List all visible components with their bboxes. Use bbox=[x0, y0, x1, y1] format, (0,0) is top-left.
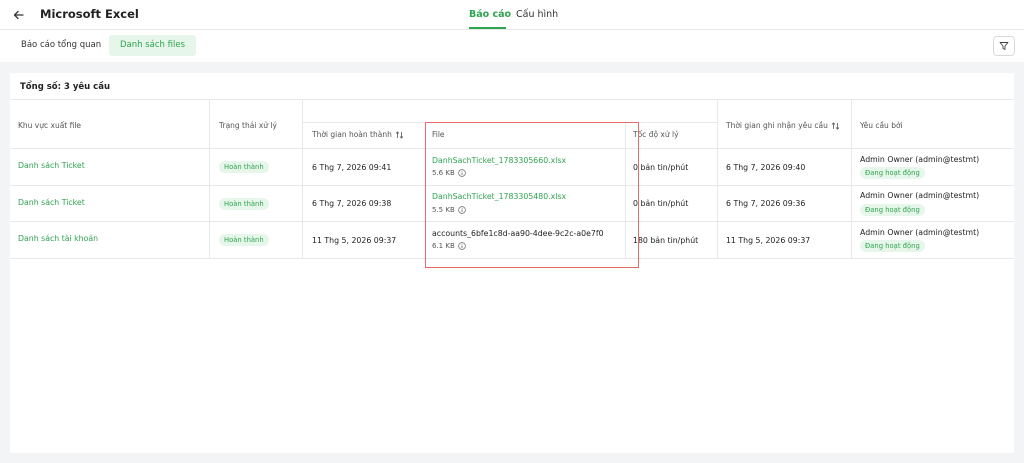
tab-reports[interactable]: Báo cáo bbox=[469, 9, 511, 20]
row-divider bbox=[10, 185, 1014, 186]
column-header-label: Thời gian hoàn thành bbox=[312, 130, 392, 139]
processing-speed: 180 bản tin/phút bbox=[633, 236, 699, 245]
column-header-file: File bbox=[432, 130, 445, 139]
completed-at: 6 Thg 7, 2026 09:41 bbox=[312, 163, 392, 172]
sort-icon[interactable] bbox=[395, 131, 404, 139]
file-size-value: 6.1 KB bbox=[432, 242, 455, 250]
requester-status-badge: Đang hoạt động bbox=[860, 204, 925, 216]
column-divider bbox=[851, 100, 852, 259]
completed-at: 6 Thg 7, 2026 09:38 bbox=[312, 199, 392, 208]
top-bar: Microsoft Excel Báo cáo Cấu hình bbox=[0, 0, 1024, 30]
column-header-label: Thời gian ghi nhận yêu cầu bbox=[726, 121, 828, 130]
column-divider bbox=[425, 122, 426, 259]
processing-speed: 0 bản tin/phút bbox=[633, 163, 689, 172]
area-link[interactable]: Danh sách tài khoản bbox=[18, 234, 98, 243]
file-link[interactable]: DanhSachTicket_1783305480.xlsx bbox=[432, 192, 622, 201]
received-at: 6 Thg 7, 2026 09:40 bbox=[726, 163, 806, 172]
total-requests: Tổng số: 3 yêu cầu bbox=[20, 82, 111, 92]
file-size-value: 5.6 KB bbox=[432, 169, 455, 177]
file-link[interactable]: DanhSachTicket_1783305660.xlsx bbox=[432, 156, 622, 165]
filter-icon bbox=[999, 42, 1009, 50]
area-link[interactable]: Danh sách Ticket bbox=[18, 161, 85, 170]
status-badge: Hoàn thành bbox=[219, 198, 269, 210]
subtab-file-list[interactable]: Danh sách files bbox=[109, 35, 197, 56]
info-icon[interactable] bbox=[457, 169, 466, 177]
requester-name: Admin Owner (admin@testmt) bbox=[860, 155, 980, 164]
column-divider bbox=[302, 100, 303, 259]
subtab-overview-report[interactable]: Báo cáo tổng quan bbox=[10, 35, 112, 56]
requester-status-badge: Đang hoạt động bbox=[860, 240, 925, 252]
column-divider bbox=[625, 122, 626, 259]
file-size: 6.1 KB bbox=[432, 242, 466, 250]
file-size: 5.5 KB bbox=[432, 206, 466, 214]
column-header-area: Khu vực xuất file bbox=[18, 121, 82, 130]
column-divider bbox=[717, 100, 718, 259]
column-header-speed: Tốc độ xử lý bbox=[633, 130, 679, 139]
file-name[interactable]: accounts_6bfe1c8d-aa90-4dee-9c2c-a0e7f0 bbox=[432, 229, 625, 238]
column-header-status: Trạng thái xử lý bbox=[219, 121, 277, 130]
status-badge: Hoàn thành bbox=[219, 161, 269, 173]
filter-button[interactable] bbox=[993, 36, 1015, 56]
summary-row: Tổng số: 3 yêu cầu bbox=[10, 73, 1014, 100]
column-divider bbox=[209, 100, 210, 259]
requester-status-badge: Đang hoạt động bbox=[860, 167, 925, 179]
row-divider bbox=[10, 258, 1014, 259]
status-badge: Hoàn thành bbox=[219, 234, 269, 246]
back-arrow-icon[interactable] bbox=[10, 7, 28, 23]
active-tab-indicator bbox=[469, 27, 506, 29]
sub-nav: Báo cáo tổng quan Danh sách files bbox=[0, 30, 1024, 62]
received-at: 6 Thg 7, 2026 09:36 bbox=[726, 199, 806, 208]
file-list-card: Tổng số: 3 yêu cầu Khu vực xuất file Trạ… bbox=[10, 73, 1014, 453]
file-size: 5.6 KB bbox=[432, 169, 466, 177]
header-bottom-divider bbox=[10, 148, 1014, 149]
column-header-completed-at[interactable]: Thời gian hoàn thành bbox=[312, 130, 404, 139]
area-link[interactable]: Danh sách Ticket bbox=[18, 198, 85, 207]
column-header-received-at[interactable]: Thời gian ghi nhận yêu cầu bbox=[726, 121, 840, 130]
requester-name: Admin Owner (admin@testmt) bbox=[860, 228, 980, 237]
processing-speed: 0 bản tin/phút bbox=[633, 199, 689, 208]
app-title: Microsoft Excel bbox=[40, 7, 139, 21]
file-size-value: 5.5 KB bbox=[432, 206, 455, 214]
completed-at: 11 Thg 5, 2026 09:37 bbox=[312, 236, 397, 245]
requester-name: Admin Owner (admin@testmt) bbox=[860, 191, 980, 200]
info-icon[interactable] bbox=[457, 242, 466, 250]
sort-icon[interactable] bbox=[831, 122, 840, 130]
tab-settings[interactable]: Cấu hình bbox=[516, 9, 558, 20]
row-divider bbox=[10, 221, 1014, 222]
column-header-requested-by: Yêu cầu bởi bbox=[860, 121, 903, 130]
header-group-divider bbox=[302, 122, 717, 123]
info-icon[interactable] bbox=[457, 206, 466, 214]
received-at: 11 Thg 5, 2026 09:37 bbox=[726, 236, 811, 245]
